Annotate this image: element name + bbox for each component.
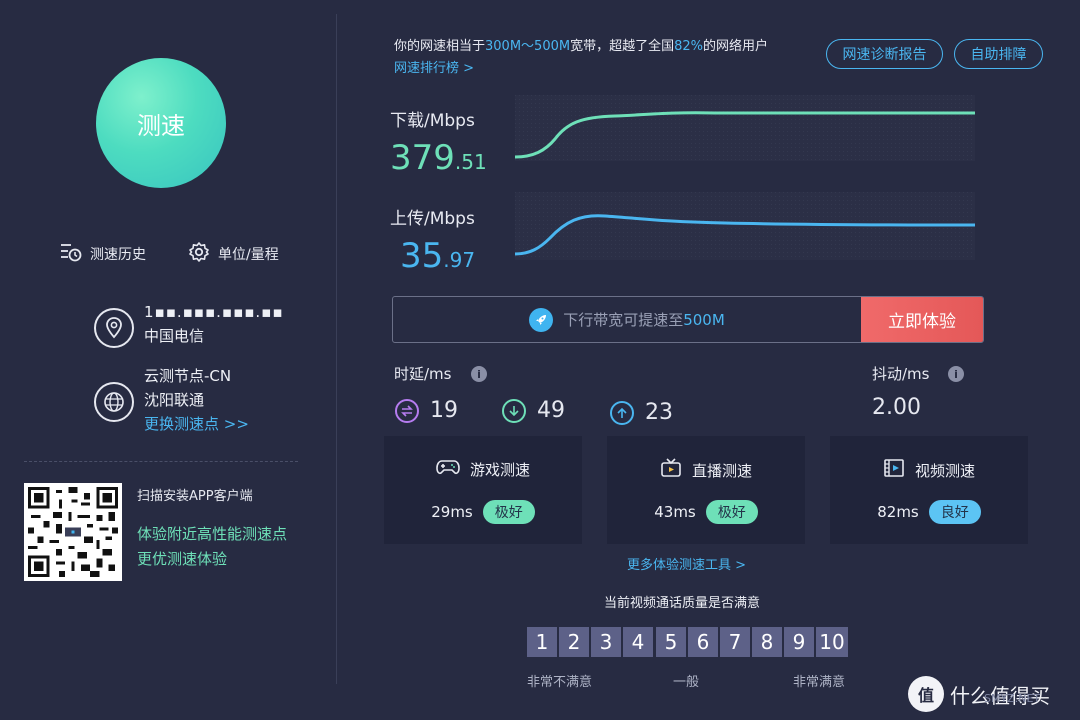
live-speed-card[interactable]: 直播测速 43ms 极好 (607, 436, 805, 544)
video-quality-badge: 良好 (928, 500, 981, 524)
rating-option-8[interactable]: 8 (752, 627, 782, 657)
unit-range-link[interactable]: 单位/量程 (188, 242, 279, 266)
panel-divider (336, 14, 337, 684)
rating-option-6[interactable]: 6 (688, 627, 718, 657)
section-divider (24, 461, 298, 462)
upload-speed-graph (515, 192, 975, 260)
upload-speed: 35.97 (400, 236, 476, 276)
download-latency-value: 49 (537, 398, 565, 423)
gamepad-icon (436, 458, 460, 480)
rating-option-10[interactable]: 10 (816, 627, 848, 657)
game-card-title: 游戏测速 (469, 460, 530, 479)
live-card-title: 直播测速 (691, 461, 752, 480)
globe-icon (94, 382, 134, 422)
watermark-url: SMYZ.NET (984, 692, 1041, 705)
rating-mid-label: 一般 (673, 675, 700, 690)
rating-option-5[interactable]: 5 (656, 627, 686, 657)
gear-icon (188, 241, 210, 267)
idle-latency-value: 19 (430, 398, 458, 423)
rating-option-4[interactable]: 4 (623, 627, 653, 657)
upload-latency-icon (610, 401, 634, 425)
rating-option-3[interactable]: 3 (591, 627, 621, 657)
game-latency: 29ms (431, 503, 473, 521)
location-icon (94, 308, 134, 348)
qr-title: 扫描安装APP客户端 (137, 489, 253, 504)
speed-rank-link[interactable]: 网速排行榜 > (394, 57, 474, 76)
rating-option-9[interactable]: 9 (784, 627, 814, 657)
diagnosis-report-button[interactable]: 网速诊断报告 (826, 39, 943, 69)
start-speed-test-label: 测速 (137, 111, 185, 140)
latency-info-icon[interactable]: i (471, 366, 487, 382)
rating-option-2[interactable]: 2 (559, 627, 589, 657)
node-name: 云测节点-CN (144, 367, 232, 385)
promo-text: 下行带宽可提速至500M (563, 311, 725, 329)
upload-latency-value: 23 (645, 400, 673, 425)
video-speed-card[interactable]: 视频测速 82ms 良好 (830, 436, 1028, 544)
upload-label: 上传/Mbps (390, 209, 475, 229)
start-speed-test-button[interactable]: 测速 (96, 58, 226, 188)
game-quality-badge: 极好 (482, 500, 535, 524)
download-latency-icon (502, 399, 526, 423)
qr-benefit-2: 更优测速体验 (137, 550, 228, 568)
jitter-label: 抖动/ms (872, 365, 930, 383)
rating-low-label: 非常不满意 (527, 675, 593, 690)
rocket-icon (529, 307, 554, 332)
video-icon (883, 458, 905, 482)
live-quality-badge: 极好 (705, 500, 758, 524)
latency-label: 时延/ms (394, 365, 452, 383)
live-latency: 43ms (654, 503, 696, 521)
download-label: 下载/Mbps (390, 111, 475, 131)
video-latency: 82ms (877, 503, 919, 521)
jitter-info-icon[interactable]: i (948, 366, 964, 382)
speed-history-label: 测速历史 (90, 247, 146, 263)
change-node-link[interactable]: 更换测速点 >> (144, 412, 304, 436)
download-speed-graph (515, 95, 975, 161)
jitter-value: 2.00 (872, 395, 921, 420)
rating-high-label: 非常满意 (793, 675, 846, 690)
more-tools-link[interactable]: 更多体验测速工具 > (627, 554, 746, 573)
survey-question: 当前视频通话质量是否满意 (604, 596, 761, 611)
rating-option-1[interactable]: 1 (527, 627, 557, 657)
self-troubleshoot-button[interactable]: 自助排障 (954, 39, 1043, 69)
video-card-title: 视频测速 (914, 461, 975, 480)
idle-latency-icon (395, 399, 419, 423)
speed-summary: 你的网速相当于300M～500M宽带，超越了全国82%的网络用户 (394, 39, 769, 54)
download-speed: 379.51 (390, 138, 487, 178)
app-qr-code (24, 483, 122, 581)
tv-icon (660, 458, 682, 482)
node-isp: 沈阳联通 (144, 391, 205, 409)
speed-history-link[interactable]: 测速历史 (60, 242, 146, 266)
unit-range-label: 单位/量程 (218, 247, 279, 263)
ip-address: 1▪▪.▪▪▪.▪▪▪.▪▪ (144, 303, 284, 321)
qr-benefit-1: 体验附近高性能测速点 (137, 525, 288, 543)
watermark-logo: 值 (908, 676, 944, 712)
try-now-button[interactable]: 立即体验 (861, 297, 983, 342)
history-icon (60, 242, 82, 266)
game-speed-card[interactable]: 游戏测速 29ms 极好 (384, 436, 582, 544)
upgrade-promo-bar: 下行带宽可提速至500M 立即体验 (392, 296, 984, 343)
rating-option-7[interactable]: 7 (720, 627, 750, 657)
isp-name: 中国电信 (144, 327, 205, 345)
